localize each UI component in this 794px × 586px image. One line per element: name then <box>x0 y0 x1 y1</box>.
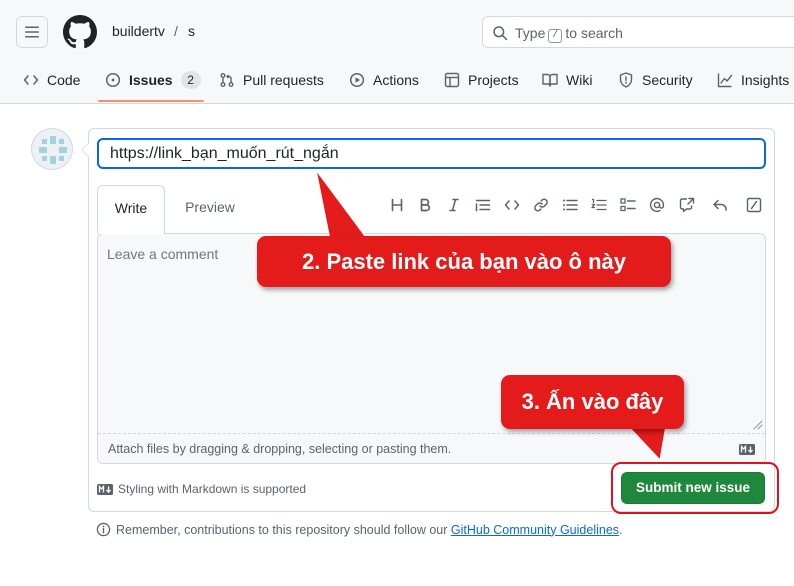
search-placeholder: Type / to search <box>515 25 623 43</box>
comment-placeholder: Leave a comment <box>107 246 219 262</box>
form-caret-inner <box>82 142 90 158</box>
search-input[interactable]: Type / to search <box>482 16 794 48</box>
markdown-supported-note[interactable]: Styling with Markdown is supported <box>97 482 306 496</box>
link-icon[interactable] <box>530 193 552 217</box>
tab-label: Security <box>642 72 693 88</box>
file-attachment-bar[interactable]: Attach files by dragging & dropping, sel… <box>98 433 765 463</box>
graph-icon <box>717 73 733 88</box>
markdown-note-text: Styling with Markdown is supported <box>118 482 307 496</box>
contribution-reminder: Remember, contributions to this reposito… <box>96 522 623 537</box>
attach-files-hint: Attach files by dragging & dropping, sel… <box>108 442 452 456</box>
submit-highlight-box <box>611 462 779 514</box>
tab-security[interactable]: Security <box>618 64 693 104</box>
tab-wiki[interactable]: Wiki <box>542 64 592 104</box>
tab-label: Pull requests <box>243 72 324 88</box>
repo-nav: Code Issues 2 Pull requests Actions Proj… <box>0 64 794 104</box>
tab-preview[interactable]: Preview <box>168 185 252 233</box>
heading-icon[interactable] <box>386 193 408 217</box>
git-pull-request-icon <box>220 73 234 87</box>
tab-write[interactable]: Write <box>97 185 165 234</box>
unordered-list-icon[interactable] <box>559 193 581 217</box>
ordered-list-icon[interactable] <box>588 193 610 217</box>
tab-pull-requests[interactable]: Pull requests <box>219 64 324 104</box>
reminder-end: . <box>619 522 623 537</box>
issue-opened-icon <box>105 72 121 88</box>
github-logo-icon[interactable] <box>63 15 97 49</box>
issue-count-badge: 2 <box>180 71 201 89</box>
shield-icon <box>619 72 633 88</box>
community-guidelines-link[interactable]: GitHub Community Guidelines <box>451 523 619 537</box>
markdown-icon <box>97 483 113 495</box>
open-menu-button[interactable] <box>16 16 48 48</box>
cross-reference-icon[interactable] <box>676 193 698 217</box>
tab-label: Wiki <box>566 72 593 88</box>
search-icon <box>493 26 508 41</box>
play-icon <box>349 72 365 88</box>
tab-actions[interactable]: Actions <box>349 64 419 104</box>
tab-label: Code <box>47 72 81 88</box>
quote-icon[interactable] <box>472 193 494 217</box>
slash-command-icon[interactable] <box>743 193 765 217</box>
mention-icon[interactable] <box>646 193 668 217</box>
active-tab-underline <box>98 100 204 102</box>
breadcrumb-separator: / <box>174 23 178 39</box>
repo-name-link[interactable]: s <box>188 23 195 39</box>
italic-icon[interactable] <box>443 193 465 217</box>
bold-icon[interactable] <box>414 193 436 217</box>
hamburger-icon <box>25 26 39 38</box>
code-icon <box>23 75 39 85</box>
repo-owner-link[interactable]: buildertv <box>112 23 165 39</box>
tab-label: Actions <box>373 72 419 88</box>
issue-title-input[interactable]: https://link_bạn_muốn_rút_ngắn <box>97 138 766 169</box>
search-shortcut-key: / <box>548 29 563 43</box>
global-header: buildertv / s Type / to search Code Issues… <box>0 0 794 104</box>
tab-projects[interactable]: Projects <box>444 64 519 104</box>
avatar[interactable] <box>31 128 73 170</box>
code-icon[interactable] <box>501 193 523 217</box>
reply-icon[interactable] <box>709 193 731 217</box>
resize-handle-icon[interactable] <box>751 418 763 430</box>
tab-label: Insights <box>741 72 790 88</box>
tab-issues[interactable]: Issues 2 <box>105 64 201 104</box>
book-icon <box>542 73 558 87</box>
step3-callout: 3. Ấn vào đây <box>501 375 684 429</box>
markdown-icon <box>739 444 755 455</box>
task-list-icon[interactable] <box>617 193 639 217</box>
info-icon <box>96 522 111 537</box>
tab-insights[interactable]: Insights <box>717 64 789 104</box>
tab-label: Issues <box>129 72 173 88</box>
tab-label: Projects <box>468 72 519 88</box>
reminder-text: Remember, contributions to this reposito… <box>116 522 448 537</box>
table-icon <box>444 72 460 88</box>
step2-callout: 2. Paste link của bạn vào ô này <box>257 236 671 287</box>
identicon-icon <box>39 136 67 164</box>
tab-code[interactable]: Code <box>23 64 80 104</box>
